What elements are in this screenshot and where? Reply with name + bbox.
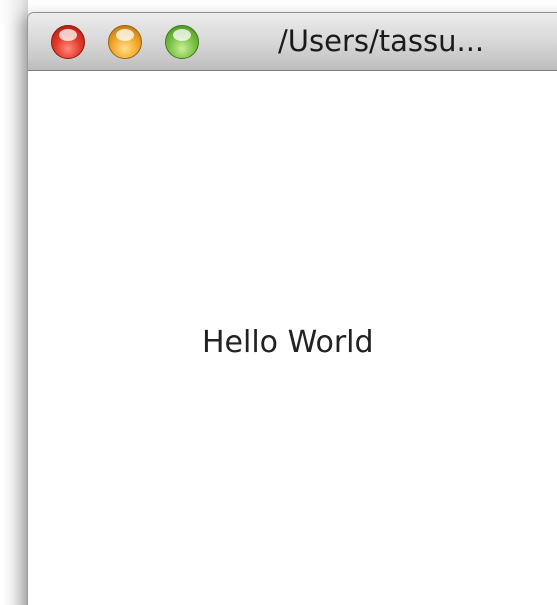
window-title: /Users/tassu... xyxy=(278,24,485,58)
minimize-window-button[interactable] xyxy=(108,25,142,59)
close-window-button[interactable] xyxy=(51,25,85,59)
screen: /Users/tassu... Hello World xyxy=(0,0,557,605)
desktop-background xyxy=(0,0,28,605)
window-content: Hello World xyxy=(28,71,557,605)
app-window: /Users/tassu... Hello World xyxy=(27,12,557,605)
window-titlebar[interactable]: /Users/tassu... xyxy=(28,13,557,71)
zoom-window-button[interactable] xyxy=(165,25,199,59)
hello-world-label: Hello World xyxy=(202,325,374,360)
